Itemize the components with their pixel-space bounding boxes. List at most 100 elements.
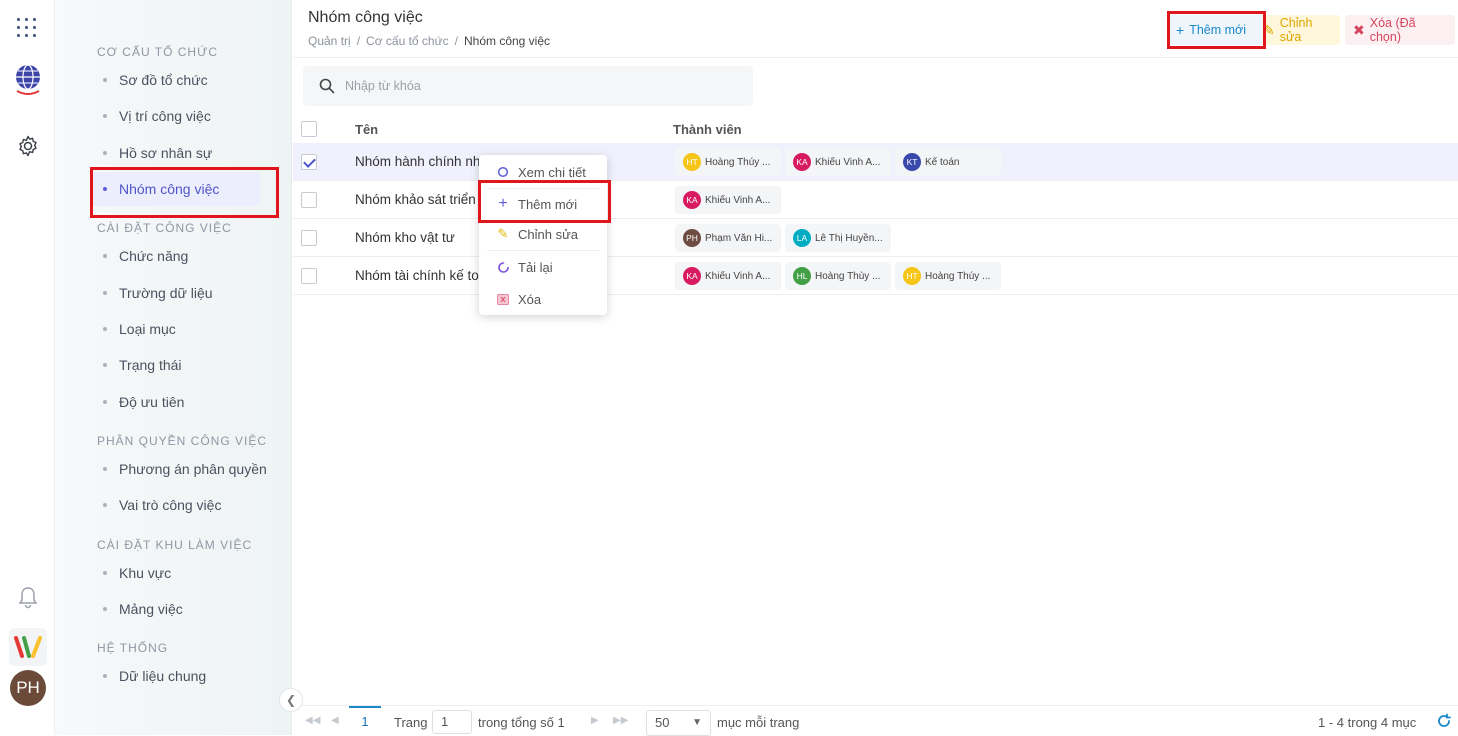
sidebar-item-common-data[interactable]: Dữ liệu chung (91, 659, 281, 693)
table-row[interactable]: Nhóm tài chính kế toán KA Khiếu Vinh A... H… (293, 257, 1458, 295)
pagination-summary: 1 - 4 trong 4 mục (1318, 715, 1417, 730)
member-chip[interactable]: HT Hoàng Thúy ... (895, 262, 1001, 290)
context-menu-view-details[interactable]: Xem chi tiết (479, 157, 607, 187)
sidebar-item-work-groups[interactable]: Nhóm công việc (91, 172, 260, 206)
member-avatar: HT (903, 267, 921, 285)
member-avatar: KA (683, 267, 701, 285)
collapse-sidebar-button[interactable]: ❮ (279, 688, 303, 712)
delete-selected-button[interactable]: ✖ Xóa (Đã chọn) (1345, 15, 1455, 45)
member-list: PH Phạm Văn Hi... LA Lê Thị Huyền... (675, 224, 895, 252)
member-list: KA Khiếu Vinh A... HL Hoàng Thùy ... HT Hoàng… (675, 262, 1005, 290)
table-row[interactable]: Nhóm khảo sát triển khai KA Khiếu Vinh A..… (293, 181, 1458, 219)
context-menu-delete[interactable]: Xóa (479, 284, 607, 314)
add-button[interactable]: + Thêm mới (1168, 15, 1265, 45)
sidebar-item-label: Sơ đồ tổ chức (119, 72, 208, 88)
row-name[interactable]: Nhóm kho vật tư (355, 230, 480, 245)
plus-icon: + (1176, 22, 1185, 38)
member-chip[interactable]: HT Hoàng Thúy ... (675, 148, 781, 176)
search-input[interactable] (345, 79, 725, 93)
edit-button-label: Chỉnh sửa (1279, 16, 1313, 44)
context-menu-add[interactable]: + Thêm mới (479, 189, 607, 219)
member-chip[interactable]: LA Lê Thị Huyền... (785, 224, 891, 252)
breadcrumb: Quản trị / Cơ cấu tổ chức / Nhóm công việc (308, 34, 551, 48)
breadcrumb-link[interactable]: Quản trị (308, 34, 351, 48)
sidebar-item-org-chart[interactable]: Sơ đồ tổ chức (91, 63, 281, 97)
member-chip[interactable]: KA Khiếu Vinh A... (675, 186, 781, 214)
member-name: Hoàng Thúy ... (705, 156, 771, 168)
context-menu-edit[interactable]: ✎ Chỉnh sửa (479, 219, 607, 249)
trash-icon (494, 293, 512, 305)
sidebar-item-label: Loại mục (119, 321, 176, 337)
sidebar-item-functions[interactable]: Chức năng (91, 239, 281, 273)
refresh-icon[interactable] (1436, 713, 1452, 729)
page-label: Trang (394, 715, 428, 730)
member-chip[interactable]: KT Kế toán (895, 148, 1001, 176)
first-page-icon[interactable]: ◀◀ (305, 715, 320, 726)
sidebar-item-permission-plans[interactable]: Phương án phân quyền (91, 452, 281, 486)
member-avatar: HL (793, 267, 811, 285)
sidebar-item-label: Chức năng (119, 248, 189, 264)
table-row[interactable]: Nhóm kho vật tư PH Phạm Văn Hi... LA Lê Thị … (293, 219, 1458, 257)
context-menu-reload[interactable]: Tải lại (479, 252, 607, 282)
search-box[interactable] (303, 66, 753, 106)
sidebar-item-statuses[interactable]: Trạng thái (91, 348, 281, 382)
member-chip[interactable]: HL Hoàng Thùy ... (785, 262, 891, 290)
sidebar-item-work-roles[interactable]: Vai trò công việc (91, 488, 281, 522)
current-page[interactable]: 1 (349, 706, 381, 736)
row-checkbox[interactable] (301, 268, 317, 284)
sidebar-item-label: Mảng việc (119, 601, 183, 617)
sidebar-item-label: Nhóm công việc (119, 181, 220, 197)
member-list: HT Hoàng Thúy ... KA Khiếu Vinh A... KT Kế to… (675, 148, 1005, 176)
sidebar-item-staff-profiles[interactable]: Hồ sơ nhân sự (91, 136, 281, 170)
sidebar-item-areas[interactable]: Khu vực (91, 556, 281, 590)
table-row[interactable]: Nhóm hành chính nhân sự HT Hoàng Thúy ... K… (293, 143, 1458, 181)
member-avatar: PH (683, 229, 701, 247)
edit-button[interactable]: ✎ Chỉnh sửa (1255, 15, 1340, 45)
member-avatar: KT (903, 153, 921, 171)
row-name[interactable]: Nhóm khảo sát triển khai (355, 192, 480, 207)
sidebar-item-item-types[interactable]: Loại mục (91, 312, 281, 346)
context-menu-label: Xóa (518, 291, 542, 307)
brand-logo-icon[interactable] (9, 628, 47, 666)
member-name: Hoàng Thùy ... (815, 270, 881, 282)
member-name: Phạm Văn Hi... (705, 232, 773, 244)
sidebar-item-work-domains[interactable]: Mảng việc (91, 592, 281, 626)
sidebar-item-job-positions[interactable]: Vị trí công việc (91, 99, 281, 133)
column-header-name[interactable]: Tên (355, 122, 378, 137)
row-checkbox[interactable] (301, 154, 317, 170)
member-chip[interactable]: KA Khiếu Vinh A... (675, 262, 781, 290)
sidebar-section-title: CƠ CẤU TỔ CHỨC (97, 45, 218, 59)
sidebar-item-label: Trạng thái (119, 357, 182, 373)
breadcrumb-link[interactable]: Cơ cấu tổ chức (366, 34, 449, 48)
last-page-icon[interactable]: ▶▶ (613, 715, 628, 726)
row-checkbox[interactable] (301, 230, 317, 246)
sidebar-item-priorities[interactable]: Độ ưu tiên (91, 385, 281, 419)
page-size-select[interactable]: 50 ▼ (646, 710, 711, 736)
globe-logo-icon[interactable] (13, 63, 43, 95)
member-chip[interactable]: KA Khiếu Vinh A... (785, 148, 891, 176)
gear-icon[interactable] (16, 134, 40, 158)
bell-icon[interactable] (17, 585, 39, 609)
sidebar-item-label: Vai trò công việc (119, 497, 222, 513)
row-name[interactable]: Nhóm hành chính nhân sự (355, 154, 480, 169)
header-divider (293, 57, 1458, 58)
page-number-input[interactable]: 1 (432, 710, 472, 734)
reload-icon (494, 261, 512, 274)
member-chip[interactable]: PH Phạm Văn Hi... (675, 224, 781, 252)
row-checkbox[interactable] (301, 192, 317, 208)
sidebar-item-data-fields[interactable]: Trường dữ liệu (91, 276, 281, 310)
select-all-checkbox[interactable] (301, 121, 317, 137)
apps-grid-icon[interactable] (17, 18, 37, 38)
pagination-bar: ◀◀ ◀ 1 Trang 1 trong tổng số 1 ▶ ▶▶ 50 ▼ … (293, 705, 1458, 736)
next-page-icon[interactable]: ▶ (591, 715, 599, 726)
page-size-value: 50 (655, 715, 670, 730)
row-name[interactable]: Nhóm tài chính kế toán (355, 268, 480, 283)
context-menu-divider (487, 250, 599, 251)
app-rail: PH (0, 0, 55, 735)
prev-page-icon[interactable]: ◀ (331, 715, 339, 726)
column-header-members[interactable]: Thành viên (673, 122, 742, 137)
context-menu-label: Tải lại (518, 259, 553, 275)
user-avatar[interactable]: PH (10, 670, 46, 706)
sidebar-item-label: Độ ưu tiên (119, 394, 185, 410)
search-icon (319, 78, 335, 94)
